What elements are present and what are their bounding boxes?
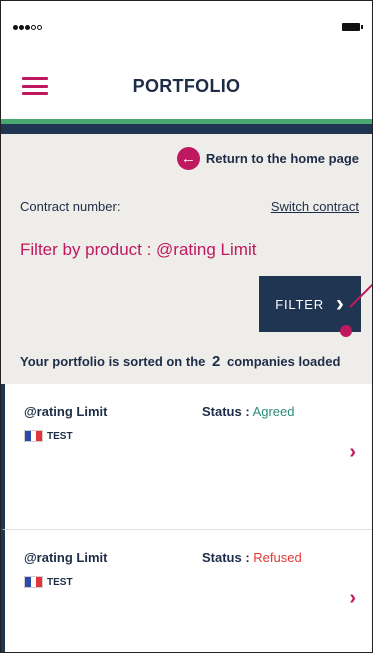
app-header: PORTFOLIO [1,53,372,119]
contract-row: Contract number: Switch contract [20,199,359,214]
chevron-right-icon[interactable]: › [349,441,356,464]
return-home-link[interactable]: ← Return to the home page [176,147,359,170]
status: Status : Agreed [202,404,295,419]
page-title: PORTFOLIO [132,75,241,96]
filter-button[interactable]: FILTER › [259,276,361,332]
company: TEST [24,430,73,442]
app-screen: PORTFOLIO ← Return to the home page Cont… [0,0,373,653]
hamburger-menu-icon[interactable] [22,77,48,95]
sorted-prefix: Your portfolio is sorted on the [20,354,206,369]
filter-panel: ← Return to the home page Contract numbe… [1,134,372,384]
callout-dot [340,325,352,337]
status-value: Refused [253,550,302,565]
french-flag-icon [24,430,43,442]
filter-button-label: FILTER [275,296,324,312]
signal-strength-icon [13,24,42,30]
contract-number-label: Contract number: [20,199,121,214]
battery-icon [342,23,363,31]
circle-arrow-left-icon: ← [176,147,200,170]
switch-contract-link[interactable]: Switch contract [271,199,359,214]
portfolio-item[interactable]: @rating Limit Status : Refused TEST › [1,530,372,652]
company-name: TEST [47,576,73,588]
company-name: TEST [47,430,73,442]
product-name: @rating Limit [24,404,108,419]
status: Status : Refused [202,550,302,565]
status-label: Status : [202,550,250,565]
filter-by-product-label: Filter by product : @rating Limit [20,240,257,259]
status-bar [1,1,372,53]
portfolio-item[interactable]: @rating Limit Status : Agreed TEST › [1,384,372,530]
sorted-suffix: companies loaded [226,354,341,369]
chevron-right-icon[interactable]: › [349,587,356,610]
product-name: @rating Limit [24,550,108,565]
return-home-label: Return to the home page [205,151,359,166]
status-value: Agreed [252,404,295,419]
sorted-summary: Your portfolio is sorted on the 2 compan… [20,353,340,370]
companies-count: 2 [212,353,221,370]
company: TEST [24,576,73,588]
french-flag-icon [24,576,43,588]
chevron-right-icon: › [335,290,345,317]
header-navy-stripe [1,124,372,134]
portfolio-list: @rating Limit Status : Agreed TEST › @ra… [1,384,372,652]
status-label: Status : [202,404,250,419]
